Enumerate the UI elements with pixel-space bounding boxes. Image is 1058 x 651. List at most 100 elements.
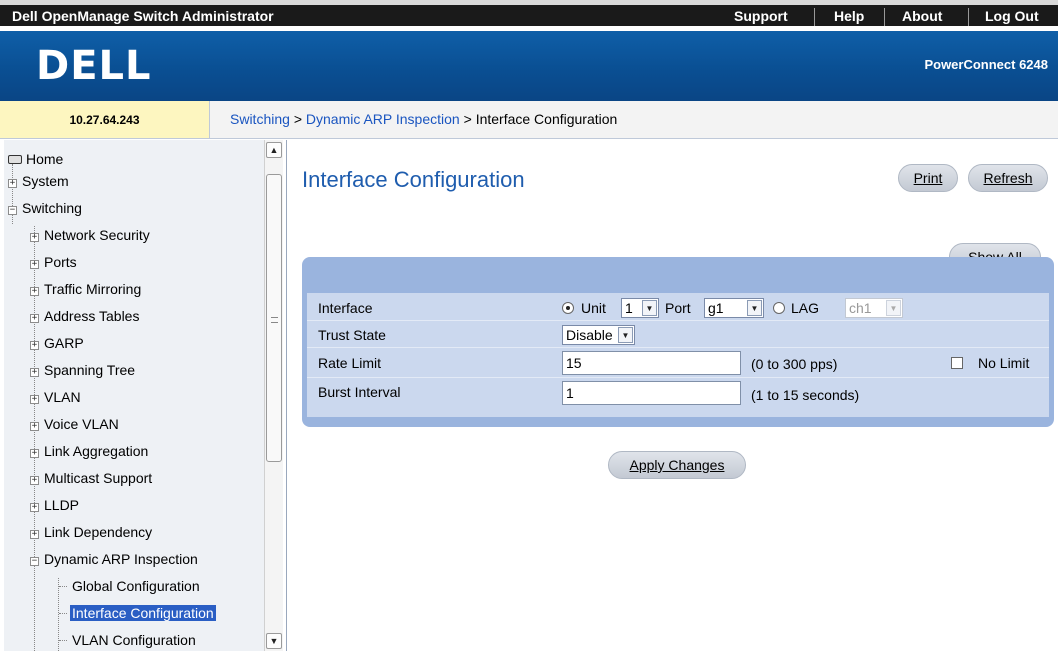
trust-state-row: Trust State Disable ▼	[307, 322, 1049, 348]
sidebar: Home + System − Switching + Network Securit…	[0, 140, 287, 651]
lag-radio[interactable]	[773, 302, 785, 314]
grip-icon	[271, 317, 278, 323]
interface-row: Interface Unit 1 ▼ Port g1 ▼ LAG ch1 ▼	[307, 295, 1049, 321]
port-label: Port	[665, 300, 691, 316]
collapse-icon[interactable]: −	[30, 557, 39, 566]
print-button[interactable]: Print	[898, 164, 958, 192]
interface-label: Interface	[318, 300, 373, 316]
nav-garp[interactable]: + GARP	[30, 333, 86, 353]
nav-voice-vlan[interactable]: + Voice VLAN	[30, 414, 121, 434]
tree-line	[59, 640, 67, 641]
rate-limit-label: Rate Limit	[318, 355, 382, 371]
burst-interval-input[interactable]: 1	[562, 381, 741, 405]
nav-global-configuration[interactable]: Global Configuration	[70, 576, 202, 596]
top-bar: Dell OpenManage Switch Administrator Sup…	[0, 0, 1058, 26]
about-link[interactable]: About	[902, 8, 942, 24]
breadcrumb: Switching > Dynamic ARP Inspection > Int…	[210, 101, 1058, 139]
lag-value: ch1	[849, 300, 872, 316]
expand-icon[interactable]: +	[30, 530, 39, 539]
app-title: Dell OpenManage Switch Administrator	[12, 8, 274, 24]
scroll-thumb[interactable]	[266, 174, 282, 462]
collapse-icon[interactable]: −	[8, 206, 17, 215]
nav-traffic-mirroring[interactable]: + Traffic Mirroring	[30, 279, 143, 299]
unit-select[interactable]: 1 ▼	[621, 298, 659, 318]
trust-state-select[interactable]: Disable ▼	[562, 325, 635, 345]
sidebar-scrollbar[interactable]: ▲ ▼	[264, 140, 283, 651]
unit-radio[interactable]	[562, 302, 574, 314]
chevron-down-icon: ▼	[747, 300, 762, 316]
tree-line	[59, 586, 67, 587]
nav-multicast-support[interactable]: + Multicast Support	[30, 468, 154, 488]
nav-tree: Home + System − Switching + Network Securit…	[4, 140, 264, 651]
nav-switching[interactable]: − Switching	[8, 198, 84, 218]
expand-icon[interactable]: +	[30, 287, 39, 296]
top-separator	[968, 8, 969, 26]
header-banner: DELL PowerConnect 6248	[0, 31, 1058, 101]
main-content: Interface Configuration Print Refresh Sh…	[288, 140, 1058, 651]
nav-spanning-tree[interactable]: + Spanning Tree	[30, 360, 137, 380]
tree-line	[59, 613, 67, 614]
config-form: Interface Unit 1 ▼ Port g1 ▼ LAG ch1 ▼ T…	[307, 293, 1049, 417]
logout-link[interactable]: Log Out	[985, 8, 1039, 24]
nav-address-tables[interactable]: + Address Tables	[30, 306, 141, 326]
chevron-down-icon: ▼	[886, 300, 901, 316]
help-link[interactable]: Help	[834, 8, 864, 24]
nav-ports[interactable]: + Ports	[30, 252, 79, 272]
trust-state-value: Disable	[566, 327, 613, 343]
expand-icon[interactable]: +	[30, 233, 39, 242]
lag-select[interactable]: ch1 ▼	[845, 298, 903, 318]
nav-link-dependency[interactable]: + Link Dependency	[30, 522, 154, 542]
port-select[interactable]: g1 ▼	[704, 298, 764, 318]
expand-icon[interactable]: +	[30, 314, 39, 323]
page-title: Interface Configuration	[302, 167, 525, 192]
expand-icon[interactable]: +	[30, 449, 39, 458]
rate-limit-input[interactable]: 15	[562, 351, 741, 375]
lag-label: LAG	[791, 300, 820, 316]
top-separator	[884, 8, 885, 26]
expand-icon[interactable]: +	[30, 341, 39, 350]
nav-dynamic-arp-inspection[interactable]: − Dynamic ARP Inspection	[30, 549, 200, 569]
burst-interval-row: Burst Interval 1 (1 to 15 seconds)	[307, 379, 1049, 409]
breadcrumb-switching[interactable]: Switching	[230, 111, 290, 127]
breadcrumb-separator: >	[293, 111, 302, 127]
nav-vlan[interactable]: + VLAN	[30, 387, 83, 407]
burst-interval-hint: (1 to 15 seconds)	[751, 387, 860, 403]
expand-icon[interactable]: +	[30, 395, 39, 404]
top-separator	[814, 8, 815, 26]
nav-lldp[interactable]: + LLDP	[30, 495, 81, 515]
rate-limit-row: Rate Limit 15 (0 to 300 pps) No Limit	[307, 349, 1049, 378]
scroll-up-icon[interactable]: ▲	[266, 142, 282, 158]
unit-value: 1	[625, 300, 633, 316]
device-ip: 10.27.64.243	[0, 101, 210, 139]
port-value: g1	[708, 300, 724, 316]
breadcrumb-current: Interface Configuration	[475, 111, 618, 127]
apply-changes-button[interactable]: Apply Changes	[608, 451, 746, 479]
breadcrumb-dynamic-arp[interactable]: Dynamic ARP Inspection	[306, 111, 460, 127]
expand-icon[interactable]: +	[30, 503, 39, 512]
home-icon	[8, 155, 22, 164]
nav-network-security[interactable]: + Network Security	[30, 225, 152, 245]
config-panel: Interface Unit 1 ▼ Port g1 ▼ LAG ch1 ▼ T…	[302, 257, 1054, 427]
no-limit-label: No Limit	[978, 355, 1030, 371]
expand-icon[interactable]: +	[30, 368, 39, 377]
expand-icon[interactable]: +	[30, 260, 39, 269]
unit-label: Unit	[581, 300, 606, 316]
no-limit-checkbox[interactable]	[951, 357, 963, 369]
chevron-down-icon: ▼	[618, 327, 633, 343]
expand-icon[interactable]: +	[8, 179, 17, 188]
expand-icon[interactable]: +	[30, 476, 39, 485]
expand-icon[interactable]: +	[30, 422, 39, 431]
nav-link-aggregation[interactable]: + Link Aggregation	[30, 441, 150, 461]
scroll-down-icon[interactable]: ▼	[266, 633, 282, 649]
refresh-button[interactable]: Refresh	[968, 164, 1048, 192]
nav-home[interactable]: Home	[8, 149, 65, 169]
device-model: PowerConnect 6248	[924, 57, 1048, 72]
rate-limit-hint: (0 to 300 pps)	[751, 356, 838, 372]
dell-logo: DELL	[36, 43, 152, 89]
trust-state-label: Trust State	[318, 327, 386, 343]
nav-system[interactable]: + System	[8, 171, 71, 191]
nav-vlan-configuration[interactable]: VLAN Configuration	[70, 630, 198, 650]
support-link[interactable]: Support	[734, 8, 788, 24]
nav-interface-configuration[interactable]: Interface Configuration	[70, 603, 216, 623]
breadcrumb-separator: >	[463, 111, 472, 127]
